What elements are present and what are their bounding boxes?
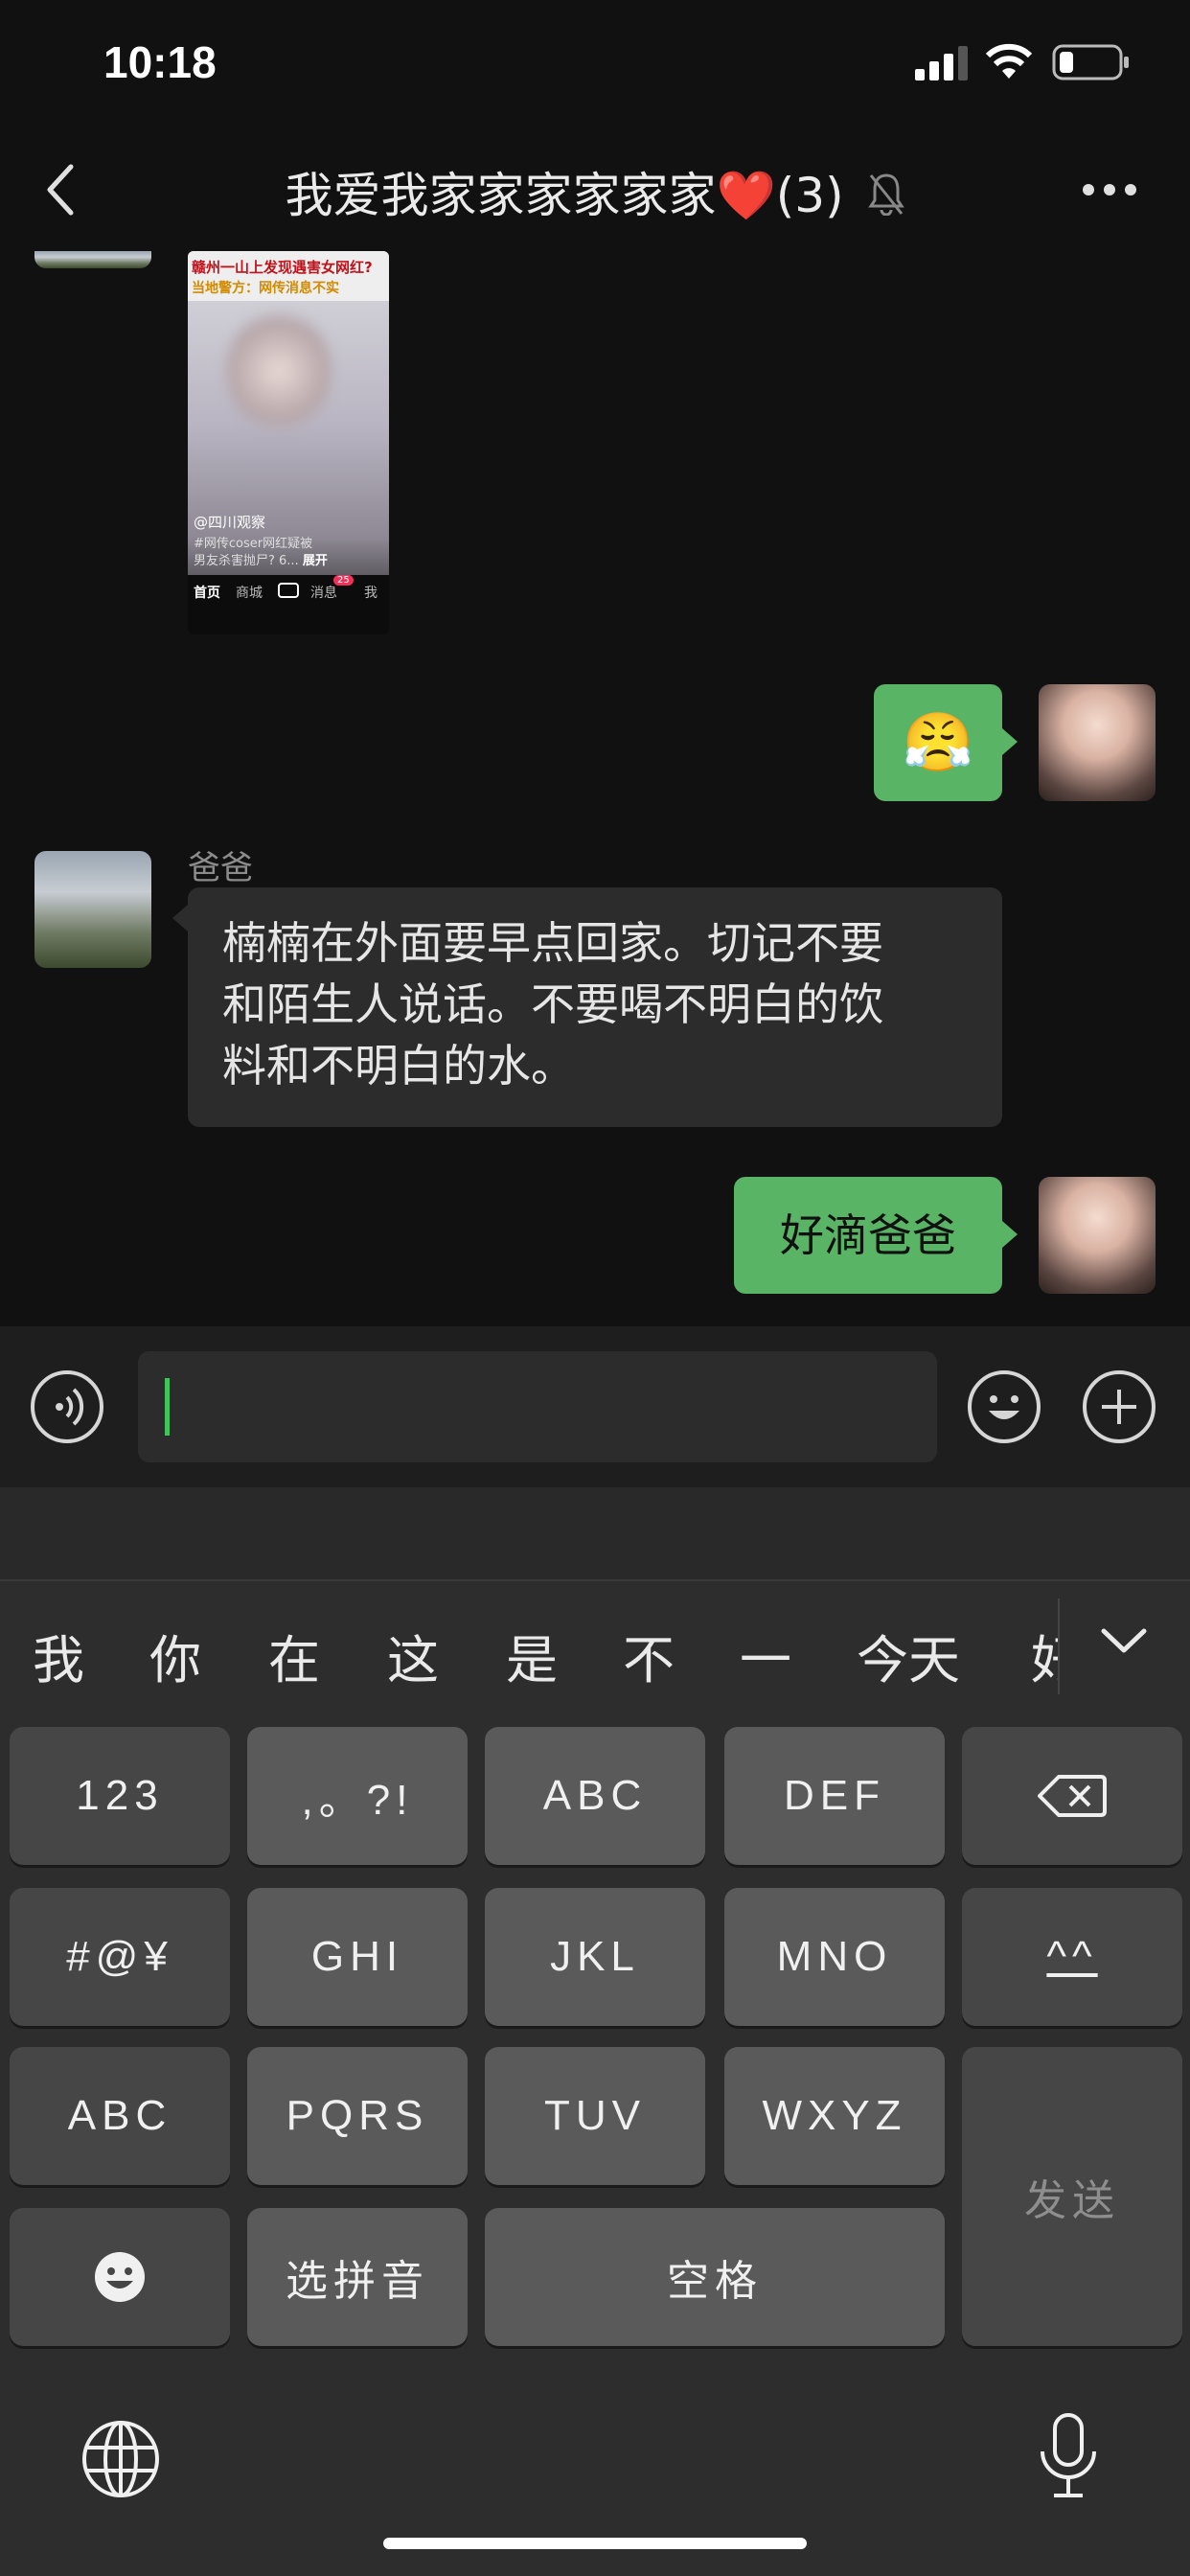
avatar-partial-top[interactable] [34,251,151,268]
candidate-word[interactable]: 一 [740,1618,791,1693]
chevron-down-icon [1101,1628,1147,1653]
candidate-word[interactable]: 不 [623,1618,675,1693]
backspace-key[interactable] [962,1727,1182,1865]
shared-caption-2-text: 男友杀害抛尸? 6... [194,554,299,568]
more-dots-icon [1083,184,1136,196]
candidate-divider [1058,1598,1060,1694]
candidate-word[interactable]: 是 [506,1618,558,1693]
signal-icon [915,46,969,84]
key-select-pinyin[interactable]: 选拼音 [247,2208,468,2346]
shared-nav-me: 我 [364,586,378,601]
candidate-word[interactable]: 在 [268,1618,320,1693]
message-input[interactable] [138,1351,937,1462]
voice-input-button[interactable] [31,1370,103,1443]
candidate-word[interactable]: 今天 [857,1618,960,1693]
key-ghi[interactable]: GHI [247,1888,468,2026]
space-key[interactable]: 空格 [485,2208,945,2346]
shared-msg-badge: 25 [333,575,354,586]
message-line: 料和不明白的水。 [222,1040,575,1092]
my-message-bubble[interactable]: 好滴爸爸 [734,1177,1002,1294]
key-jkl[interactable]: JKL [485,1888,705,2026]
emoji-message: 😤 [902,709,974,776]
bubble-tail [1002,728,1018,755]
plus-icon [1102,1390,1136,1424]
heart-icon: ❤️ [716,168,776,223]
mute-bell-icon [867,172,905,227]
message-line: 楠楠在外面要早点回家。切记不要 [222,917,883,969]
message-line: 和陌生人说话。不要喝不明白的饮 [222,978,883,1030]
shared-nav-msg: 消息 [310,586,337,601]
candidate-word[interactable]: 这 [387,1618,439,1693]
shared-headline-1: 赣州一山上发现遇害女网红? [192,259,373,276]
bubble-tail [172,905,188,932]
shared-nav-plus-icon [278,583,299,598]
key-wxyz[interactable]: WXYZ [724,2047,945,2185]
voice-icon [56,1388,84,1426]
key-punctuation[interactable]: ,。?! [247,1727,468,1865]
collapse-candidates-button[interactable] [1100,1625,1148,1660]
status-time: 10:18 [103,37,217,87]
my-avatar[interactable] [1039,684,1156,801]
more-options-button[interactable] [1081,180,1138,203]
emoji-button[interactable] [968,1370,1041,1443]
shared-caption-2: 男友杀害抛尸? 6... 展开 [194,550,328,568]
shared-caption-1: #网传coser网红疑被 [194,537,313,551]
candidate-word[interactable]: 我 [33,1618,84,1693]
backspace-icon [1038,1775,1107,1817]
send-key[interactable]: 发送 [962,2047,1182,2346]
smiley-icon [989,1395,1019,1419]
sender-name: 爸爸 [188,849,253,887]
key-pqrs[interactable]: PQRS [247,2047,468,2185]
candidate-word[interactable]: 你 [149,1618,201,1693]
chat-title: 我爱我家家家家家家❤️(3) [0,157,1190,227]
message-text: 好滴爸爸 [780,1209,956,1261]
bubble-tail [1002,1221,1018,1248]
shared-nav-home: 首页 [194,586,220,601]
key-def[interactable]: DEF [724,1727,945,1865]
member-count: (3) [775,168,844,223]
language-switch-button[interactable] [80,2419,161,2503]
shared-screenshot-image[interactable]: 赣州一山上发现遇害女网红? 当地警方：网传消息不实 @四川观察 #网传coser… [188,251,389,634]
smiley-icon [95,2252,145,2302]
wifi-icon [985,42,1033,84]
key-abc[interactable]: ABC [10,2047,230,2185]
battery-icon [1052,44,1131,86]
shared-headline-2: 当地警方：网传消息不实 [192,281,339,296]
more-functions-button[interactable] [1083,1370,1156,1443]
chat-title-text: 我爱我家家家家家家 [285,168,717,223]
text-caret [165,1378,170,1436]
dad-message-bubble[interactable]: 楠楠在外面要早点回家。切记不要 和陌生人说话。不要喝不明白的饮 料和不明白的水。 [188,887,1002,1127]
emoji-key[interactable] [10,2208,230,2346]
dad-avatar[interactable] [34,851,151,968]
shared-account: @四川观察 [194,514,266,531]
my-avatar[interactable] [1039,1177,1156,1294]
microphone-icon [1041,2413,1096,2497]
keyboard-top-gap [0,1487,1190,1579]
shared-nav-mall: 商城 [236,586,263,601]
key-abc-2[interactable]: ABC [485,1727,705,1865]
key-tuv[interactable]: TUV [485,2047,705,2185]
key-emoticon[interactable]: ^^ [962,1888,1182,2026]
home-indicator[interactable] [383,2538,807,2549]
candidate-word[interactable]: 好 [1031,1618,1058,1693]
shared-expand: 展开 [302,554,328,568]
key-symbols[interactable]: #@¥ [10,1888,230,2026]
globe-icon [82,2421,159,2497]
key-mno[interactable]: MNO [724,1888,945,2026]
my-message-bubble[interactable]: 😤 [874,684,1002,801]
blurred-face [226,309,332,433]
dictation-button[interactable] [1035,2411,1102,2507]
key-123[interactable]: 123 [10,1727,230,1865]
